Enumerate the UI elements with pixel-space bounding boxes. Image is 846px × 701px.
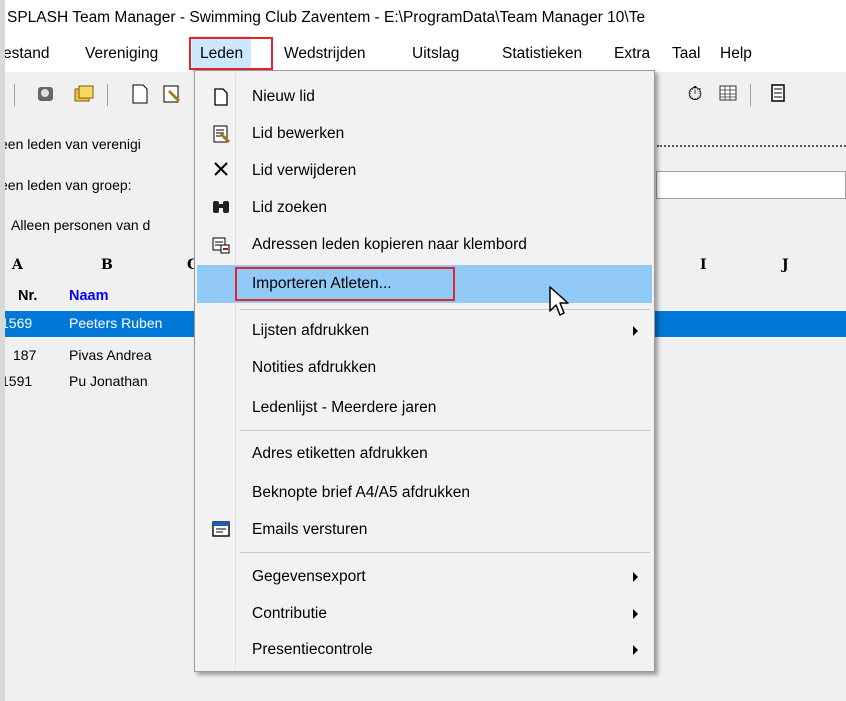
persons-filter-label: Alleen personen van d xyxy=(11,217,151,233)
menu-help[interactable]: Help xyxy=(720,36,752,72)
calculator-icon[interactable] xyxy=(766,83,790,107)
menu-extra[interactable]: Extra xyxy=(614,36,650,72)
column-letter-i: I xyxy=(700,257,707,273)
row-nr: 1569 xyxy=(1,315,33,331)
menu-item-label: Adres etiketten afdrukken xyxy=(252,445,428,462)
menu-separator xyxy=(240,430,650,431)
mouse-cursor-icon xyxy=(549,286,569,316)
delete-x-icon xyxy=(211,161,231,181)
stopwatch-icon[interactable]: ⏱ xyxy=(683,83,707,107)
toolbar-separator xyxy=(107,84,108,106)
menu-item-contributie[interactable]: Contributie xyxy=(197,596,652,632)
row-nr: 1591 xyxy=(1,373,33,389)
menu-item-notities-afdrukken[interactable]: Notities afdrukken xyxy=(197,350,652,386)
menu-separator xyxy=(240,309,650,310)
leden-dropdown-menu: Nieuw lid Lid bewerken Lid verwijderen L… xyxy=(194,70,655,672)
column-letter-a: A xyxy=(12,257,23,273)
folders-icon[interactable] xyxy=(72,83,96,107)
edit-document-icon[interactable] xyxy=(160,83,184,107)
menu-item-presentiecontrole[interactable]: Presentiecontrole xyxy=(197,632,652,668)
table-icon[interactable] xyxy=(716,83,740,107)
club-filter-dotted-line xyxy=(657,145,846,147)
menu-item-adressen-kopieren[interactable]: Adressen leden kopieren naar klembord xyxy=(197,227,652,263)
menu-item-label: Beknopte brief A4/A5 afdrukken xyxy=(252,484,471,501)
importeren-highlight-box xyxy=(235,267,455,301)
column-letter-j: J xyxy=(782,257,789,273)
menu-item-lid-zoeken[interactable]: Lid zoeken xyxy=(197,190,652,226)
naam-header[interactable]: Naam xyxy=(69,288,109,304)
row-nr: 187 xyxy=(13,347,37,363)
menu-item-adres-etiketten[interactable]: Adres etiketten afdrukken xyxy=(197,436,652,472)
menu-item-label: Lid verwijderen xyxy=(252,162,357,179)
menu-bestand[interactable]: estand xyxy=(3,36,50,72)
menu-item-label: Adressen leden kopieren naar klembord xyxy=(252,236,527,253)
leden-highlight-box xyxy=(189,37,273,70)
row-naam: Pu Jonathan xyxy=(69,373,148,389)
submenu-arrow-icon xyxy=(633,326,638,336)
club-filter-label: een leden van verenigi xyxy=(0,136,141,152)
menu-separator xyxy=(240,552,650,553)
menu-item-beknopte-brief[interactable]: Beknopte brief A4/A5 afdrukken xyxy=(197,475,652,511)
menu-bar: estand Vereniging Leden Wedstrijden Uits… xyxy=(0,36,846,72)
menu-vereniging[interactable]: Vereniging xyxy=(85,36,158,72)
email-send-icon xyxy=(211,520,231,540)
menu-taal[interactable]: Taal xyxy=(672,36,700,72)
submenu-arrow-icon xyxy=(633,609,638,619)
edit-member-icon xyxy=(211,124,231,144)
new-document-icon xyxy=(211,87,231,107)
menu-item-lid-verwijderen[interactable]: Lid verwijderen xyxy=(197,153,652,189)
menu-item-label: Lid bewerken xyxy=(252,125,345,142)
members-icon[interactable] xyxy=(34,83,58,107)
row-naam: Peeters Ruben xyxy=(69,315,163,331)
submenu-arrow-icon xyxy=(633,572,638,582)
menu-item-ledenlijst-meerdere-jaren[interactable]: Ledenlijst - Meerdere jaren xyxy=(197,390,652,426)
menu-item-gegevensexport[interactable]: Gegevensexport xyxy=(197,559,652,595)
window-title: SPLASH Team Manager - Swimming Club Zave… xyxy=(0,0,846,36)
menu-item-label: Notities afdrukken xyxy=(252,359,377,376)
binoculars-icon xyxy=(211,198,231,218)
menu-item-label: Emails versturen xyxy=(252,521,368,538)
menu-item-label: Ledenlijst - Meerdere jaren xyxy=(252,399,437,416)
menu-item-label: Lijsten afdrukken xyxy=(252,322,370,339)
new-document-icon[interactable] xyxy=(128,83,152,107)
menu-statistieken[interactable]: Statistieken xyxy=(502,36,582,72)
menu-uitslag[interactable]: Uitslag xyxy=(412,36,459,72)
menu-item-label: Nieuw lid xyxy=(252,88,315,105)
row-naam: Pivas Andrea xyxy=(69,347,152,363)
menu-item-lijsten-afdrukken[interactable]: Lijsten afdrukken xyxy=(197,313,652,349)
menu-item-label: Contributie xyxy=(252,605,327,622)
group-filter-label: een leden van groep: xyxy=(0,177,132,193)
menu-item-lid-bewerken[interactable]: Lid bewerken xyxy=(197,116,652,152)
menu-item-label: Presentiecontrole xyxy=(252,641,373,658)
nr-header[interactable]: Nr. xyxy=(18,288,37,304)
toolbar-separator xyxy=(14,84,15,106)
menu-item-nieuw-lid[interactable]: Nieuw lid xyxy=(197,79,652,115)
column-letter-b: B xyxy=(101,257,113,273)
clipboard-address-icon xyxy=(211,235,231,255)
toolbar-separator xyxy=(750,84,751,106)
submenu-arrow-icon xyxy=(633,645,638,655)
window-left-edge xyxy=(0,0,5,701)
menu-item-label: Lid zoeken xyxy=(252,199,327,216)
group-filter-field[interactable] xyxy=(656,171,846,199)
menu-item-label: Gegevensexport xyxy=(252,568,366,585)
menu-wedstrijden[interactable]: Wedstrijden xyxy=(284,36,366,72)
menu-item-emails-versturen[interactable]: Emails versturen xyxy=(197,512,652,548)
